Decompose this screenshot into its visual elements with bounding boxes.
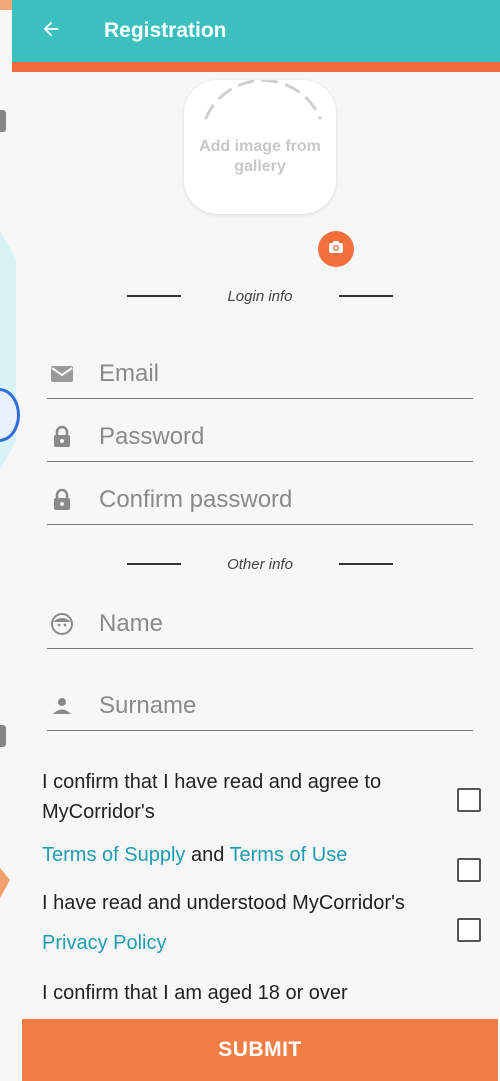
back-button[interactable] [26,0,76,62]
privacy-link-line: Privacy Policy [42,928,442,958]
section-label-other: Other info [227,555,293,573]
password-input[interactable] [99,417,473,457]
terms-and-text: and [185,844,230,866]
page-title: Registration [104,19,227,42]
avatar-label: Add image from gallery [199,138,321,175]
section-divider-other: Other info [120,554,400,574]
mail-icon [49,361,75,387]
age-checkbox[interactable] [457,918,481,942]
terms-links-line: Terms of Supply and Terms of Use [42,840,442,870]
terms-agree-text: I confirm that I have read and agree to … [42,767,442,827]
person-icon [49,693,75,719]
terms-of-use-link[interactable]: Terms of Use [230,844,348,866]
password-field [47,413,473,462]
background-accent [0,868,10,898]
name-field [47,600,473,649]
arrow-left-icon [40,15,62,47]
section-divider-login: Login info [120,286,400,306]
registration-screen: Registration Add image from gallery Logi… [0,0,500,1081]
age-line: I confirm that I am aged 18 or over [42,982,348,1004]
background-edge-mark [0,725,6,747]
divider-line [338,295,393,297]
divider-line [338,563,393,565]
app-bar-accent [12,62,500,72]
face-icon [49,611,75,637]
email-field [47,350,473,399]
camera-icon [328,240,344,259]
name-input[interactable] [99,604,473,644]
surname-input[interactable] [99,686,473,726]
terms-of-supply-link[interactable]: Terms of Supply [42,844,185,866]
background-circle [0,388,20,442]
confirm-password-input[interactable] [99,480,473,520]
email-input[interactable] [99,354,473,394]
age-text: I confirm that I am aged 18 or over [42,978,442,1008]
terms-checkbox[interactable] [457,788,481,812]
lock-icon [49,487,75,513]
terms-agree-line2: MyCorridor's [42,801,155,823]
submit-button[interactable]: SUBMIT [22,1019,498,1081]
background-edge-mark [0,110,6,132]
app-bar: Registration [12,0,500,62]
privacy-text: I have read and understood MyCorridor's [42,888,442,918]
camera-button[interactable] [318,231,354,267]
privacy-checkbox[interactable] [457,858,481,882]
terms-agree-line1: I confirm that I have read and agree to [42,771,382,793]
confirm-password-field [47,476,473,525]
divider-line [127,563,182,565]
avatar-picker[interactable]: Add image from gallery [184,80,336,214]
privacy-line: I have read and understood MyCorridor's [42,892,405,914]
privacy-policy-link[interactable]: Privacy Policy [42,932,166,954]
divider-line [127,295,182,297]
surname-field [47,682,473,731]
lock-icon [49,424,75,450]
section-label-login: Login info [227,287,293,305]
